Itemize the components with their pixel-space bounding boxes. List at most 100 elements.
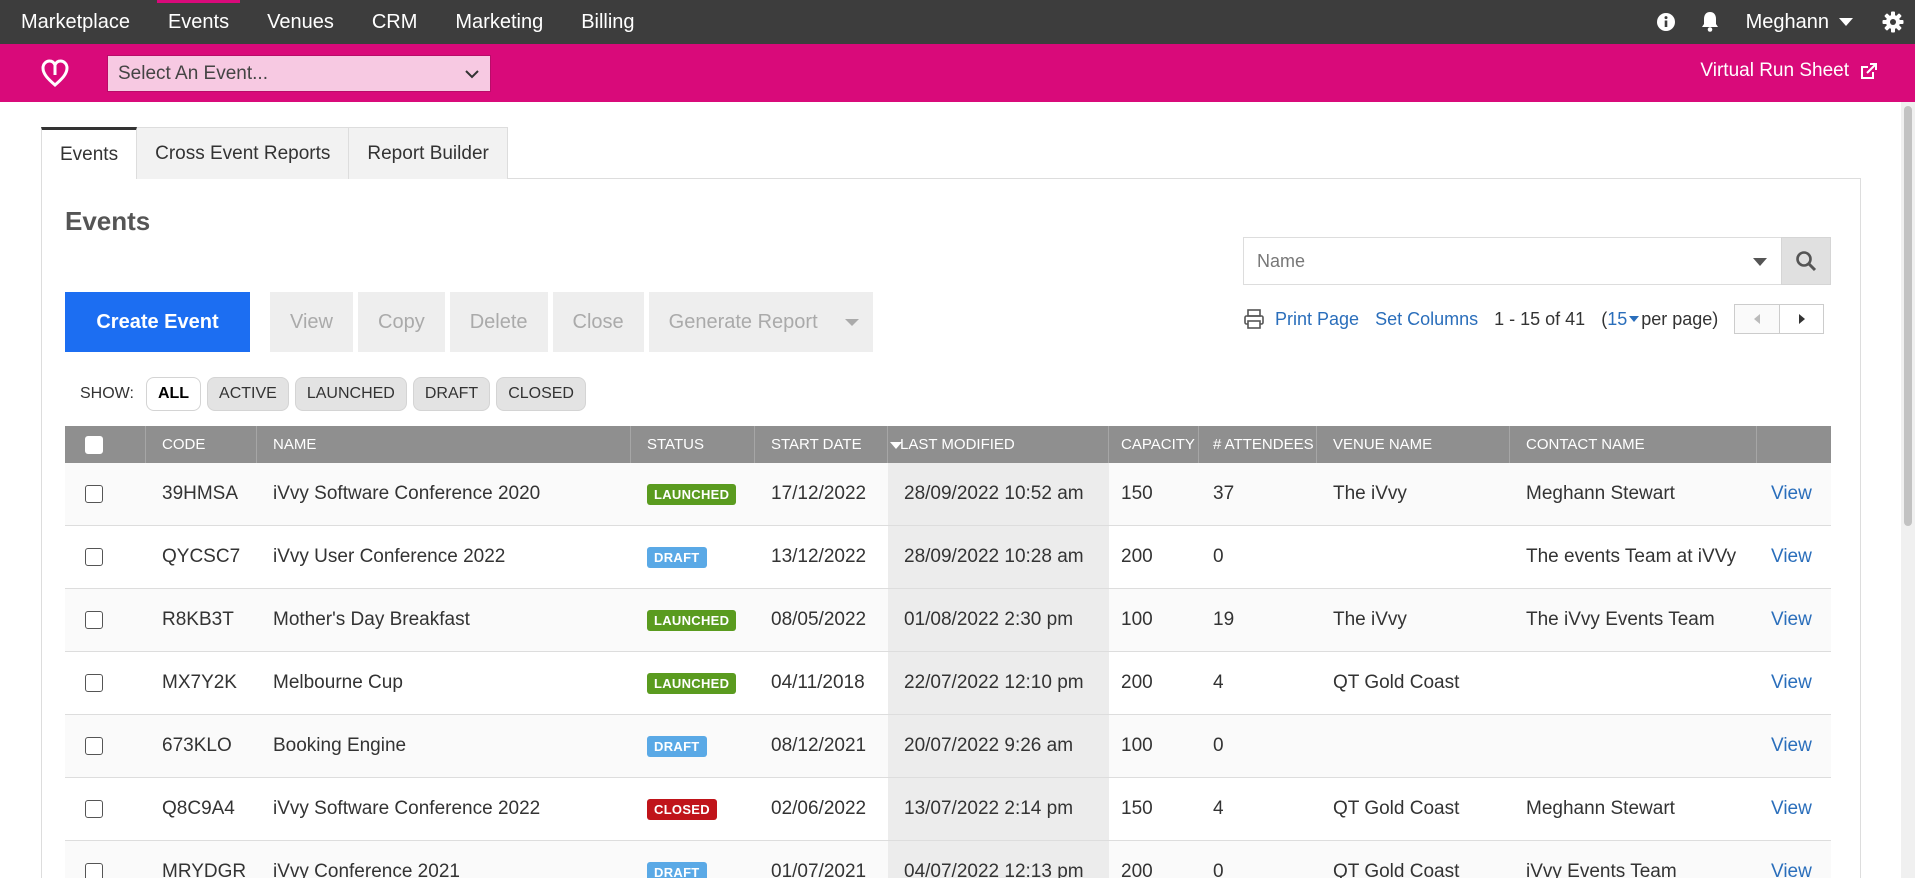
set-columns-link[interactable]: Set Columns bbox=[1375, 309, 1478, 330]
row-view-link[interactable]: View bbox=[1757, 589, 1831, 651]
row-view-link[interactable]: View bbox=[1757, 841, 1831, 878]
generate-report-button[interactable]: Generate Report bbox=[648, 292, 873, 352]
cell-name: Booking Engine bbox=[273, 735, 407, 756]
column-header-last-modified[interactable]: LAST MODIFIED bbox=[888, 426, 1109, 463]
filter-closed[interactable]: CLOSED bbox=[496, 377, 586, 411]
filter-active[interactable]: ACTIVE bbox=[207, 377, 289, 411]
nav-marketplace[interactable]: Marketplace bbox=[0, 0, 149, 44]
row-checkbox[interactable] bbox=[85, 800, 103, 818]
gear-icon[interactable] bbox=[1871, 0, 1915, 44]
row-view-link[interactable]: View bbox=[1757, 715, 1831, 777]
next-page-button[interactable] bbox=[1779, 305, 1824, 333]
cell-code: 39HMSA bbox=[162, 483, 239, 504]
cell-start: 08/05/2022 bbox=[771, 609, 867, 630]
nav-crm[interactable]: CRM bbox=[353, 0, 437, 44]
row-checkbox[interactable] bbox=[85, 548, 103, 566]
table-row[interactable]: MX7Y2K Melbourne Cup LAUNCHED 04/11/2018 22/… bbox=[65, 652, 1831, 715]
table-row[interactable]: QYCSC7 iVvy User Conference 2022 DRAFT 13/1… bbox=[65, 526, 1831, 589]
row-view-link[interactable]: View bbox=[1757, 526, 1831, 588]
create-event-button[interactable]: Create Event bbox=[65, 292, 250, 352]
column-header-actions bbox=[1757, 426, 1831, 463]
column-header-code[interactable]: CODE bbox=[146, 426, 257, 463]
copy-button[interactable]: Copy bbox=[358, 292, 445, 352]
column-header-name[interactable]: NAME bbox=[257, 426, 631, 463]
filter-all[interactable]: ALL bbox=[145, 377, 202, 411]
cell-capacity: 200 bbox=[1121, 861, 1153, 878]
row-view-link[interactable]: View bbox=[1757, 778, 1831, 840]
per-page-select[interactable]: 15 bbox=[1607, 309, 1641, 330]
row-checkbox[interactable] bbox=[85, 485, 103, 503]
sort-desc-icon bbox=[890, 442, 902, 449]
column-header-last-modified-label: LAST MODIFIED bbox=[900, 436, 1015, 453]
table-row[interactable]: 39HMSA iVvy Software Conference 2020 LAUNC… bbox=[65, 463, 1831, 526]
user-menu[interactable]: Meghann bbox=[1732, 11, 1871, 34]
column-header-venue-name[interactable]: VENUE NAME bbox=[1317, 426, 1510, 463]
cell-contact: iVvy Events Team bbox=[1526, 861, 1677, 878]
page-scrollbar[interactable] bbox=[1901, 102, 1915, 878]
cell-capacity: 150 bbox=[1121, 798, 1153, 819]
status-cell: LAUNCHED bbox=[631, 589, 755, 651]
virtual-run-sheet-label: Virtual Run Sheet bbox=[1700, 60, 1849, 81]
cell-capacity: 150 bbox=[1121, 483, 1153, 504]
row-checkbox[interactable] bbox=[85, 863, 103, 878]
tab-report-builder[interactable]: Report Builder bbox=[349, 127, 508, 179]
prev-page-button[interactable] bbox=[1735, 305, 1780, 333]
status-cell: DRAFT bbox=[631, 715, 755, 777]
column-header-start-date[interactable]: START DATE bbox=[755, 426, 888, 463]
row-checkbox[interactable] bbox=[85, 611, 103, 629]
row-select-cell bbox=[65, 652, 146, 714]
info-icon[interactable] bbox=[1644, 0, 1688, 44]
search-placeholder: Name bbox=[1257, 250, 1306, 271]
printer-icon[interactable] bbox=[1243, 308, 1265, 330]
close-button[interactable]: Close bbox=[552, 292, 644, 352]
row-checkbox[interactable] bbox=[85, 674, 103, 692]
search-button[interactable] bbox=[1781, 237, 1831, 285]
column-header-contact-name[interactable]: CONTACT NAME bbox=[1510, 426, 1757, 463]
cell-attendees: 37 bbox=[1213, 483, 1235, 504]
scrollbar-thumb[interactable] bbox=[1904, 106, 1912, 526]
table-row[interactable]: Q8C9A4 iVvy Software Conference 2022 CLOSE… bbox=[65, 778, 1831, 841]
row-select-cell bbox=[65, 778, 146, 840]
action-toolbar: Create Event View Copy Delete Close Gene… bbox=[65, 292, 873, 352]
cell-attendees: 4 bbox=[1213, 672, 1224, 693]
nav-venues[interactable]: Venues bbox=[248, 0, 353, 44]
nav-events[interactable]: Events bbox=[149, 0, 248, 44]
brand-logo-icon[interactable] bbox=[40, 59, 70, 87]
cell-capacity: 100 bbox=[1121, 735, 1153, 756]
cell-start: 17/12/2022 bbox=[771, 483, 867, 504]
chevron-down-icon[interactable] bbox=[1753, 258, 1767, 266]
filter-draft[interactable]: DRAFT bbox=[412, 377, 491, 411]
print-page-link[interactable]: Print Page bbox=[1275, 309, 1359, 330]
view-button[interactable]: View bbox=[270, 292, 353, 352]
row-checkbox[interactable] bbox=[85, 737, 103, 755]
nav-marketing[interactable]: Marketing bbox=[436, 0, 562, 44]
search-input[interactable]: Name bbox=[1243, 237, 1781, 285]
cell-venue: QT Gold Coast bbox=[1333, 861, 1460, 878]
bell-icon[interactable] bbox=[1688, 0, 1732, 44]
cell-venue: QT Gold Coast bbox=[1333, 672, 1460, 693]
per-page-value: 15 bbox=[1607, 308, 1628, 329]
cell-start: 08/12/2021 bbox=[771, 735, 867, 756]
cell-name: iVvy Software Conference 2020 bbox=[273, 483, 541, 504]
row-view-link[interactable]: View bbox=[1757, 463, 1831, 525]
table-row[interactable]: MRYDGR iVvy Conference 2021 DRAFT 01/07/202… bbox=[65, 841, 1831, 878]
status-cell: DRAFT bbox=[631, 526, 755, 588]
nav-billing[interactable]: Billing bbox=[562, 0, 653, 44]
cell-attendees: 0 bbox=[1213, 546, 1224, 567]
cell-code: 673KLO bbox=[162, 735, 232, 756]
table-row[interactable]: 673KLO Booking Engine DRAFT 08/12/2021 20/07… bbox=[65, 715, 1831, 778]
column-header-status[interactable]: STATUS bbox=[631, 426, 755, 463]
filter-launched[interactable]: LAUNCHED bbox=[294, 377, 407, 411]
event-select[interactable]: Select An Event... bbox=[107, 55, 491, 92]
column-header-capacity[interactable]: CAPACITY bbox=[1109, 426, 1199, 463]
virtual-run-sheet-link[interactable]: Virtual Run Sheet bbox=[1700, 60, 1879, 82]
cell-venue: The iVvy bbox=[1333, 483, 1407, 504]
tab-cross-event-reports[interactable]: Cross Event Reports bbox=[137, 127, 350, 179]
cell-contact: Meghann Stewart bbox=[1526, 483, 1675, 504]
delete-button[interactable]: Delete bbox=[449, 292, 548, 352]
select-all-checkbox[interactable] bbox=[85, 435, 103, 454]
tab-events[interactable]: Events bbox=[41, 127, 138, 179]
row-view-link[interactable]: View bbox=[1757, 652, 1831, 714]
table-row[interactable]: R8KB3T Mother's Day Breakfast LAUNCHED 08/0… bbox=[65, 589, 1831, 652]
column-header-attendees[interactable]: # ATTENDEES bbox=[1199, 426, 1317, 463]
